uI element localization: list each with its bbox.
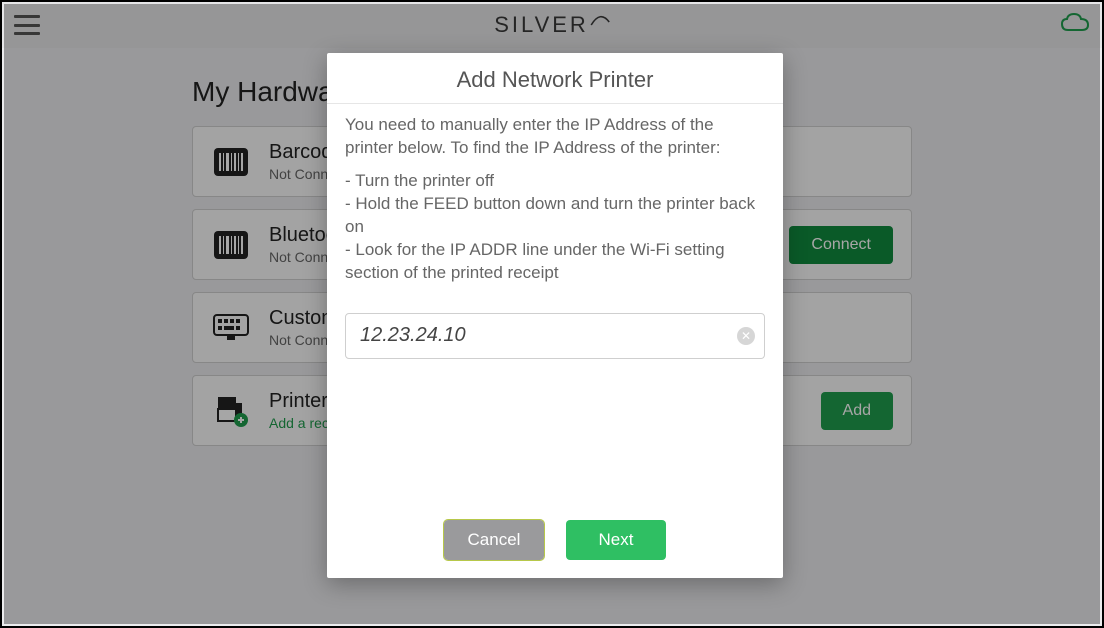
- ip-address-input[interactable]: [345, 313, 765, 359]
- modal-footer: Cancel Next: [327, 504, 783, 578]
- next-button[interactable]: Next: [566, 520, 666, 560]
- modal-title: Add Network Printer: [327, 53, 783, 104]
- modal-body: You need to manually enter the IP Addres…: [327, 104, 783, 504]
- add-network-printer-modal: Add Network Printer You need to manually…: [327, 53, 783, 578]
- cancel-button[interactable]: Cancel: [444, 520, 544, 560]
- modal-step2: - Hold the FEED button down and turn the…: [345, 193, 765, 239]
- modal-step1: - Turn the printer off: [345, 170, 765, 193]
- modal-step3: - Look for the IP ADDR line under the Wi…: [345, 239, 765, 285]
- clear-input-icon[interactable]: ✕: [737, 327, 755, 345]
- modal-intro: You need to manually enter the IP Addres…: [345, 114, 765, 160]
